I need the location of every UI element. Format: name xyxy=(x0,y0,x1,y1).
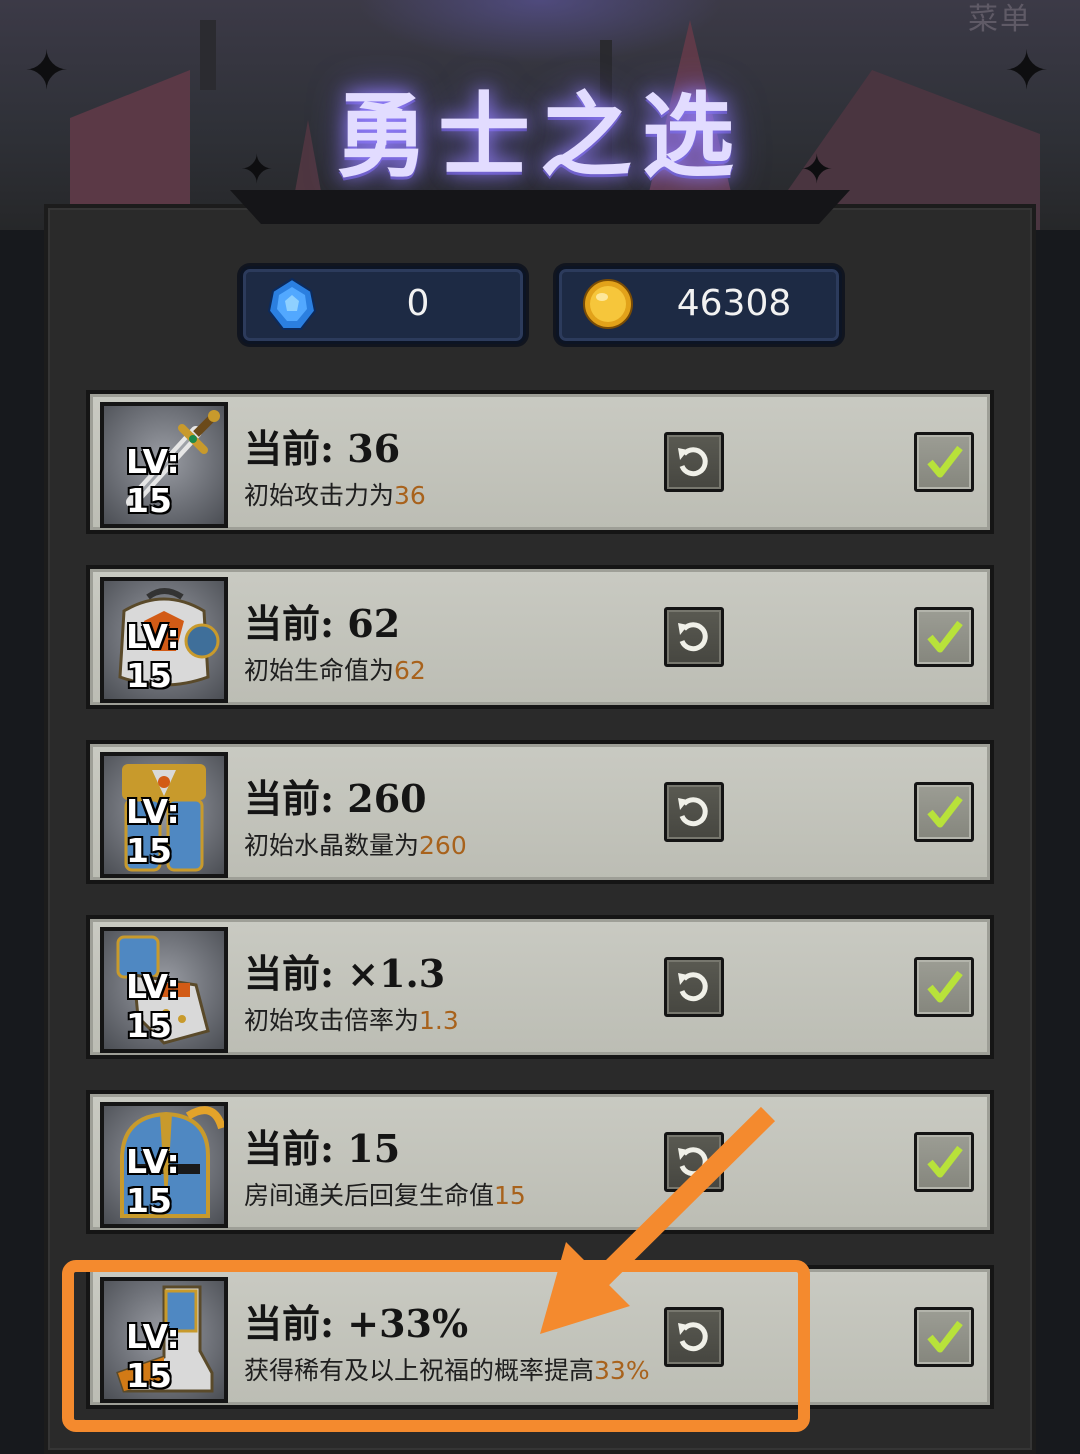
pointer-arrow xyxy=(540,1106,776,1334)
